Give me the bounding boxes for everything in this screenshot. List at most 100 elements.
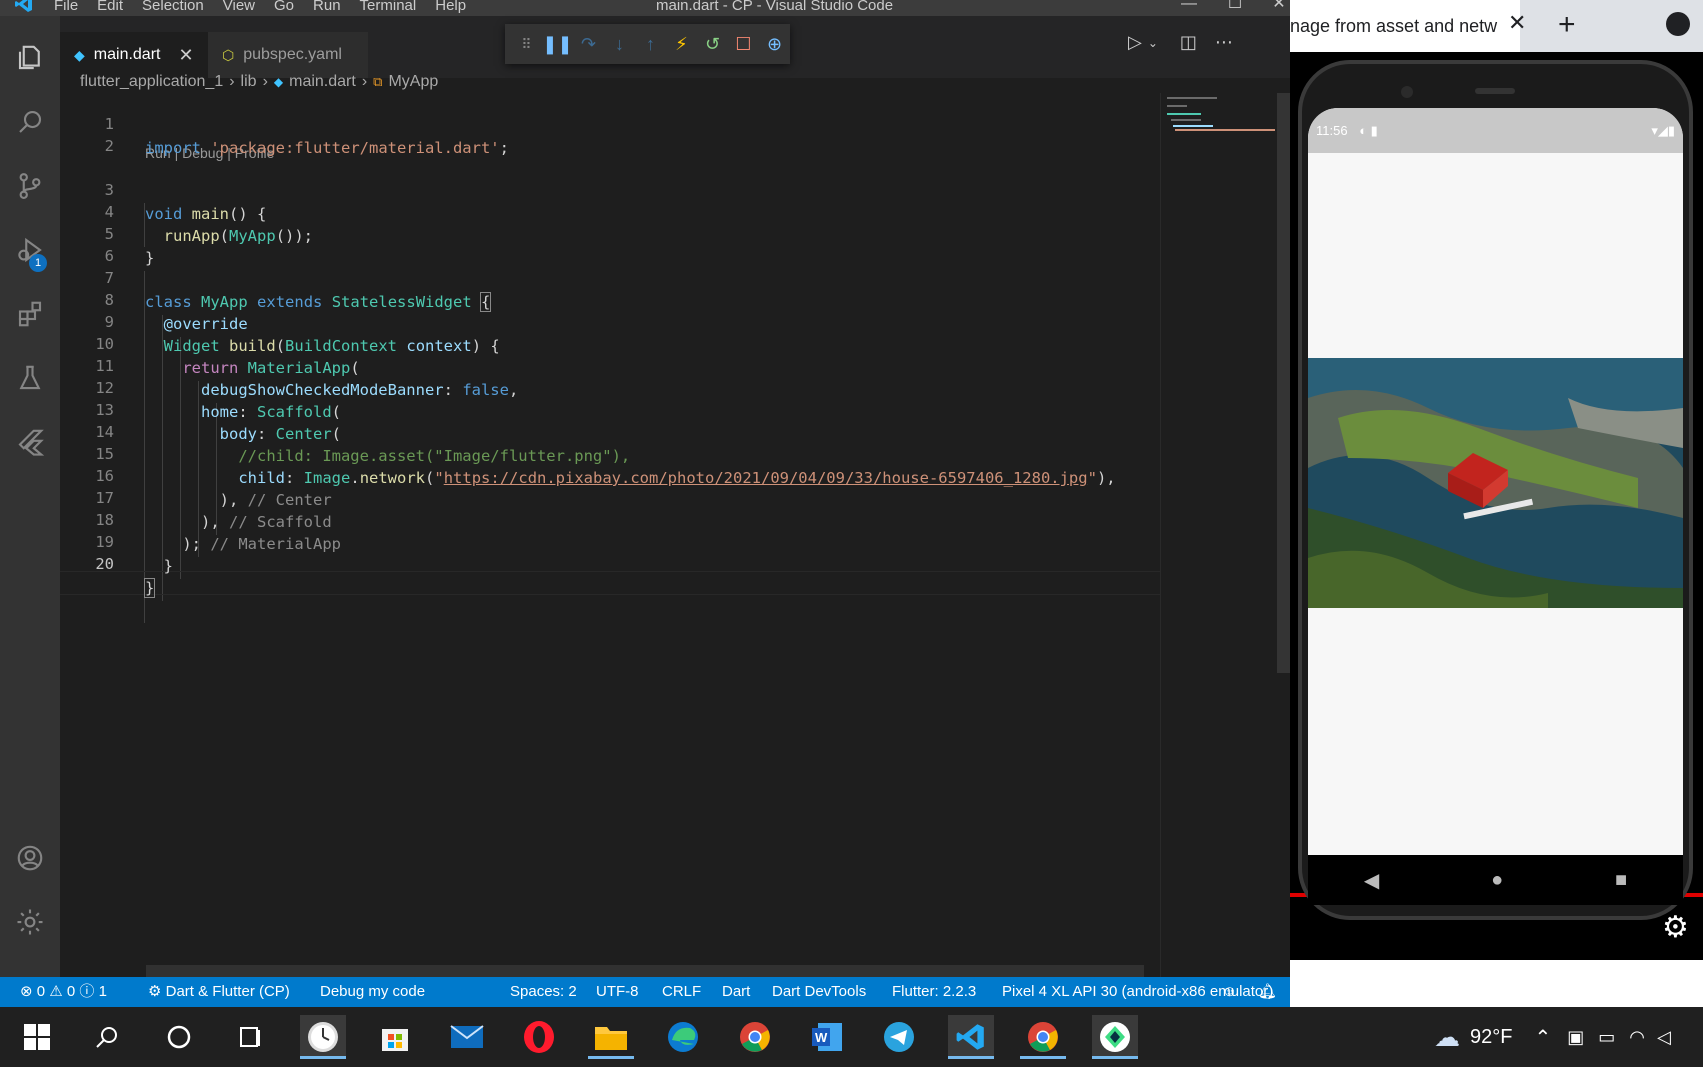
menu-view[interactable]: View [223, 0, 255, 16]
split-editor-icon[interactable]: ◫ [1180, 32, 1197, 53]
more-actions-icon[interactable]: ⋯ [1215, 32, 1233, 53]
system-tray: ☁ 92°F ⌃ ▣ ▭ ◠ ◁ [1434, 1007, 1671, 1067]
menu-help[interactable]: Help [435, 0, 466, 16]
minimap[interactable] [1160, 93, 1275, 977]
warning-count: 0 [66, 983, 76, 1000]
phone-screen[interactable]: 11:56 ◐ ▮ ▾◢▮ [1308, 108, 1683, 855]
recents-icon[interactable]: ■ [1615, 869, 1627, 892]
battery-icon[interactable]: ▭ [1598, 1027, 1615, 1048]
stop-icon[interactable]: ☐ [728, 28, 759, 60]
extensions-icon[interactable] [0, 290, 60, 338]
code-line-16: 16 ), // Center [60, 440, 1160, 509]
chevron-down-icon[interactable]: ⌄ [1148, 36, 1158, 50]
hot-reload-icon[interactable]: ⚡ [666, 28, 697, 60]
problems-indicator[interactable]: ⊗ 0 ⚠ 0 ⓘ 1 [20, 977, 107, 1007]
weather-cloud-icon[interactable]: ☁ [1434, 1022, 1460, 1053]
pause-icon[interactable]: ❚❚ [542, 28, 573, 60]
code-line-8: 8 @override [60, 264, 1160, 333]
file-explorer-icon[interactable] [588, 1015, 634, 1059]
step-into-icon[interactable]: ↓ [604, 28, 635, 60]
run-debug-icon[interactable]: 1 [0, 226, 60, 274]
language-status[interactable]: Dart [722, 977, 750, 1007]
chrome-icon-2[interactable] [1020, 1015, 1066, 1059]
back-icon[interactable]: ◀ [1364, 868, 1379, 893]
devtools-status[interactable]: Dart DevTools [772, 977, 866, 1007]
menu-edit[interactable]: Edit [97, 0, 123, 16]
home-icon[interactable]: ● [1491, 869, 1503, 892]
emulator-settings-gear-icon[interactable]: ⚙ [1662, 912, 1694, 944]
menu-run[interactable]: Run [313, 0, 341, 16]
indentation-status[interactable]: Spaces: 2 [510, 977, 577, 1007]
step-over-icon[interactable]: ↷ [573, 28, 604, 60]
menu-terminal[interactable]: Terminal [360, 0, 417, 16]
volume-icon[interactable]: ◁ [1657, 1027, 1671, 1048]
chevron-up-icon[interactable]: ⌃ [1534, 1025, 1551, 1050]
vertical-scrollbar[interactable] [1277, 93, 1290, 673]
eol-status[interactable]: CRLF [662, 977, 701, 1007]
menu-file[interactable]: File [54, 0, 78, 16]
line-number: 20 [95, 555, 114, 573]
browser-tab[interactable]: nage from asset and netw [1290, 0, 1520, 52]
menu-selection[interactable]: Selection [142, 0, 204, 16]
close-tab-icon[interactable]: ✕ [178, 45, 193, 66]
drag-handle-icon[interactable]: ⠿ [511, 28, 542, 60]
vscode-window: File Edit Selection View Go Run Terminal… [0, 0, 1290, 1007]
code-line-17: 17 ), // Scaffold [60, 462, 1160, 531]
telegram-icon[interactable] [876, 1015, 922, 1059]
edge-icon[interactable] [660, 1015, 706, 1059]
hot-restart-icon[interactable]: ↺ [697, 28, 728, 60]
code-line-6: 6 [60, 220, 1160, 265]
explorer-icon[interactable] [0, 34, 60, 82]
account-icon[interactable] [0, 834, 60, 882]
code-line-10: 10 return MaterialApp( [60, 308, 1160, 377]
info-count: 1 [98, 983, 107, 1000]
start-icon[interactable] [14, 1015, 60, 1059]
opera-icon[interactable] [516, 1015, 562, 1059]
search-icon[interactable] [84, 1015, 130, 1059]
token: } [143, 578, 156, 598]
debug-mode-status[interactable]: Debug my code [320, 977, 425, 1007]
devtools-icon[interactable]: ⊕ [759, 28, 790, 60]
maximize-icon[interactable]: ☐ [1212, 0, 1258, 14]
code-line-13: 13 body: Center( [60, 374, 1160, 443]
meet-now-icon[interactable]: ▣ [1567, 1027, 1584, 1048]
settings-gear-icon[interactable] [0, 898, 60, 946]
flutter-version-status[interactable]: Flutter: 2.2.3 [892, 977, 976, 1007]
flutter-icon[interactable] [0, 418, 60, 466]
task-view-icon[interactable] [228, 1015, 274, 1059]
minimize-icon[interactable]: — [1166, 0, 1212, 14]
chrome-icon[interactable] [732, 1015, 778, 1059]
horizontal-scrollbar[interactable] [146, 965, 1144, 977]
android-studio-icon[interactable] [1092, 1015, 1138, 1059]
android-nav-bar: ◀ ● ■ [1308, 855, 1683, 905]
vscode-icon[interactable] [948, 1015, 994, 1059]
tab-search-icon[interactable] [1666, 12, 1690, 36]
search-icon[interactable] [0, 98, 60, 146]
testing-icon[interactable] [0, 354, 60, 402]
feedback-icon[interactable]: ☺ [1222, 977, 1237, 1007]
cortana-icon[interactable] [156, 1015, 202, 1059]
close-tab-icon[interactable]: ✕ [1508, 10, 1526, 36]
window-title: main.dart - CP - Visual Studio Code [656, 0, 894, 14]
mail-icon[interactable] [444, 1015, 490, 1059]
run-icon[interactable]: ▷ [1128, 32, 1142, 53]
temperature[interactable]: 92°F [1470, 1026, 1512, 1049]
notifications-bell-icon[interactable]: 🔔︎ [1258, 977, 1277, 1007]
wifi-icon[interactable]: ◠ [1629, 1027, 1645, 1048]
debug-config-label: Dart & Flutter (CP) [165, 983, 290, 1000]
encoding-status[interactable]: UTF-8 [596, 977, 639, 1007]
debug-config-status[interactable]: ⚙ Dart & Flutter (CP) [148, 977, 290, 1007]
yaml-file-icon: ⬡ [222, 46, 235, 63]
network-image [1308, 358, 1683, 608]
clock-app-icon[interactable] [300, 1015, 346, 1059]
store-icon[interactable] [372, 1015, 418, 1059]
new-tab-icon[interactable]: + [1558, 8, 1576, 42]
menu-go[interactable]: Go [274, 0, 294, 16]
close-window-icon[interactable]: ✕ [1256, 0, 1290, 14]
front-camera-icon [1401, 86, 1413, 98]
current-line-highlight [60, 571, 1160, 595]
step-out-icon[interactable]: ↑ [635, 28, 666, 60]
word-icon[interactable]: W [804, 1015, 850, 1059]
code-line-19: 19 } [60, 506, 1160, 575]
source-control-icon[interactable] [0, 162, 60, 210]
